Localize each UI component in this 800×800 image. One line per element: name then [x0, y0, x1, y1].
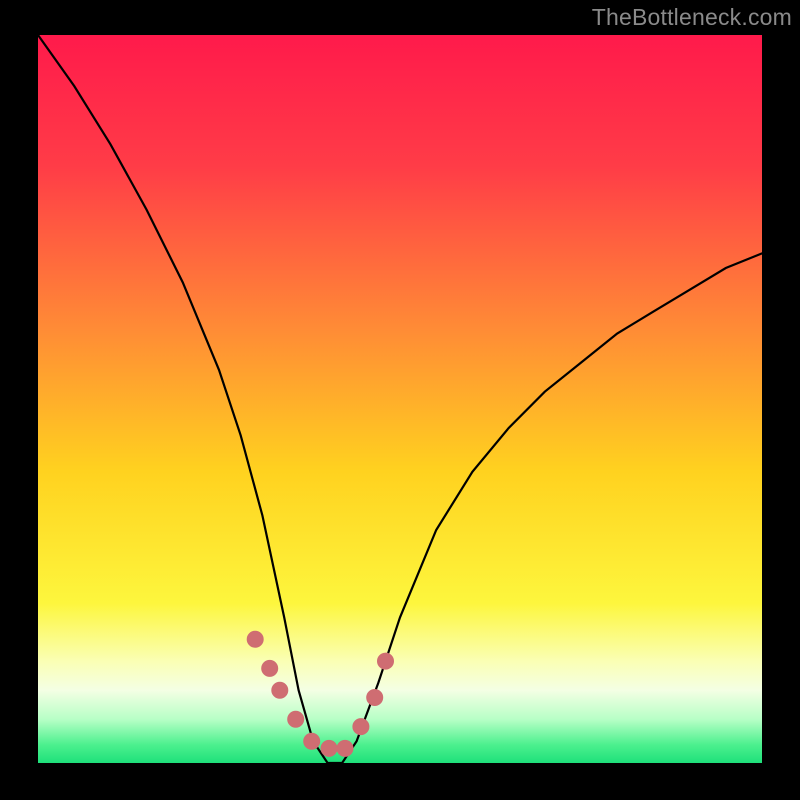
bottleneck-curve: [38, 35, 762, 763]
plot-area: [38, 35, 762, 763]
chart-frame: TheBottleneck.com: [0, 0, 800, 800]
highlighted-points: [247, 631, 393, 756]
curve-layer: [38, 35, 762, 763]
watermark-label: TheBottleneck.com: [592, 4, 792, 31]
